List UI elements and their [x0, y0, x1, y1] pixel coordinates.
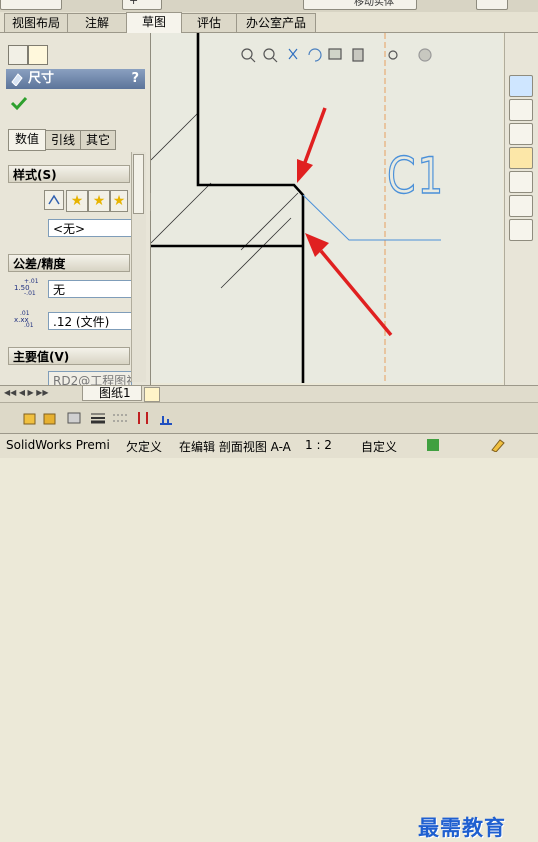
tab-sketch[interactable]: 草图	[126, 12, 182, 33]
toolbar-control[interactable]	[476, 0, 508, 10]
style-dropdown[interactable]: <无>	[48, 219, 132, 237]
move-entity-label: 移动实体	[354, 0, 394, 8]
tolerance-type-icon: +.01 1.50 -.01	[14, 278, 39, 297]
update-style-star-icon[interactable]: ★	[88, 190, 110, 212]
feature-manager-icon[interactable]	[8, 45, 28, 65]
add-style-star-icon[interactable]: ★	[66, 190, 88, 212]
task-pane	[504, 33, 538, 385]
toolbar-control[interactable]	[0, 0, 62, 10]
rebuild-icon[interactable]	[426, 438, 440, 452]
status-scale: 1 : 2	[305, 438, 332, 452]
property-manager-header: 尺寸 ?	[6, 69, 145, 89]
tab-evaluate[interactable]: 评估	[181, 13, 237, 32]
subtab-other[interactable]: 其它	[80, 130, 116, 150]
assembly-icon[interactable]	[42, 410, 58, 426]
scrollbar-thumb[interactable]	[133, 154, 144, 214]
property-manager-panel: 尺寸 ? 数值 引线 其它 样式(S) ★ ★ ★ <无> 公差/精度 +.01…	[0, 33, 151, 385]
property-manager-icon[interactable]	[28, 45, 48, 65]
panel-scrollbar[interactable]	[131, 152, 146, 382]
design-library-icon[interactable]	[509, 123, 533, 145]
precision-icon: .01 x.xx .01	[14, 310, 34, 329]
part-icon[interactable]	[22, 410, 38, 426]
status-app-name: SolidWorks Premi	[6, 438, 110, 452]
status-bar: SolidWorks Premi 欠定义 在编辑 剖面视图 A-A 1 : 2 …	[0, 433, 538, 458]
chart-icon[interactable]	[158, 410, 174, 426]
move-entity-button[interactable]: 移动实体	[303, 0, 417, 10]
layer-icon[interactable]	[66, 410, 82, 426]
custom-properties-icon[interactable]	[509, 219, 533, 241]
status-edit-icon[interactable]	[490, 438, 506, 452]
chamfer-dimension-text[interactable]: C1	[386, 148, 445, 203]
line-style-icon[interactable]	[112, 410, 128, 426]
sheet-tab-row: ◀◀ ◀ ▶ ▶▶ 图纸1	[0, 385, 538, 402]
pm-title: 尺寸	[28, 71, 55, 86]
watermark: 最需教育	[418, 815, 506, 840]
primary-value-field[interactable]: RD2@工程图视	[48, 371, 132, 385]
delete-style-star-icon[interactable]: ★	[110, 190, 128, 212]
line-format-icon[interactable]	[90, 410, 106, 426]
command-manager-tabs: 视图布局 注解 草图 评估 办公室产品	[0, 12, 538, 33]
style-apply-icon[interactable]	[44, 190, 64, 210]
align-icon[interactable]	[135, 410, 151, 426]
drawing-geometry	[151, 33, 441, 383]
view-palette-icon[interactable]	[509, 171, 533, 193]
plus-icon: +	[129, 0, 139, 7]
resources-icon[interactable]	[509, 75, 533, 97]
sketch-toolbar: 最需教育	[0, 402, 538, 840]
view-toolbar	[241, 48, 432, 63]
file-explorer-icon[interactable]	[509, 147, 533, 169]
tolerance-group-header[interactable]: 公差/精度	[8, 254, 130, 272]
sheet-nav-buttons[interactable]: ◀◀ ◀ ▶ ▶▶	[4, 388, 76, 399]
drawing-canvas[interactable]: C1	[151, 33, 503, 383]
tab-view-layout[interactable]: 视图布局	[4, 13, 68, 32]
appearances-icon[interactable]	[509, 195, 533, 217]
tab-annotation[interactable]: 注解	[67, 13, 127, 32]
home-icon[interactable]	[509, 99, 533, 121]
tolerance-type-dropdown[interactable]: 无	[48, 280, 132, 298]
precision-dropdown[interactable]: .12 (文件)	[48, 312, 132, 330]
style-group-header[interactable]: 样式(S)	[8, 165, 130, 183]
help-icon[interactable]: ?	[131, 69, 139, 89]
status-units[interactable]: 自定义	[361, 438, 397, 455]
toolbar-control[interactable]: +	[122, 0, 162, 10]
subtab-value[interactable]: 数值	[8, 129, 46, 151]
tab-office-products[interactable]: 办公室产品	[236, 13, 316, 32]
sheet-tab[interactable]: 图纸1	[82, 386, 142, 401]
ok-checkmark-icon[interactable]	[10, 95, 28, 111]
subtab-leader[interactable]: 引线	[45, 130, 81, 150]
primary-value-group-header[interactable]: 主要值(V)	[8, 347, 130, 365]
status-definition: 欠定义	[126, 440, 163, 454]
dimension-icon	[11, 73, 23, 86]
add-sheet-icon[interactable]	[144, 387, 160, 402]
status-editing: 在编辑 剖面视图 A-A	[179, 440, 291, 454]
